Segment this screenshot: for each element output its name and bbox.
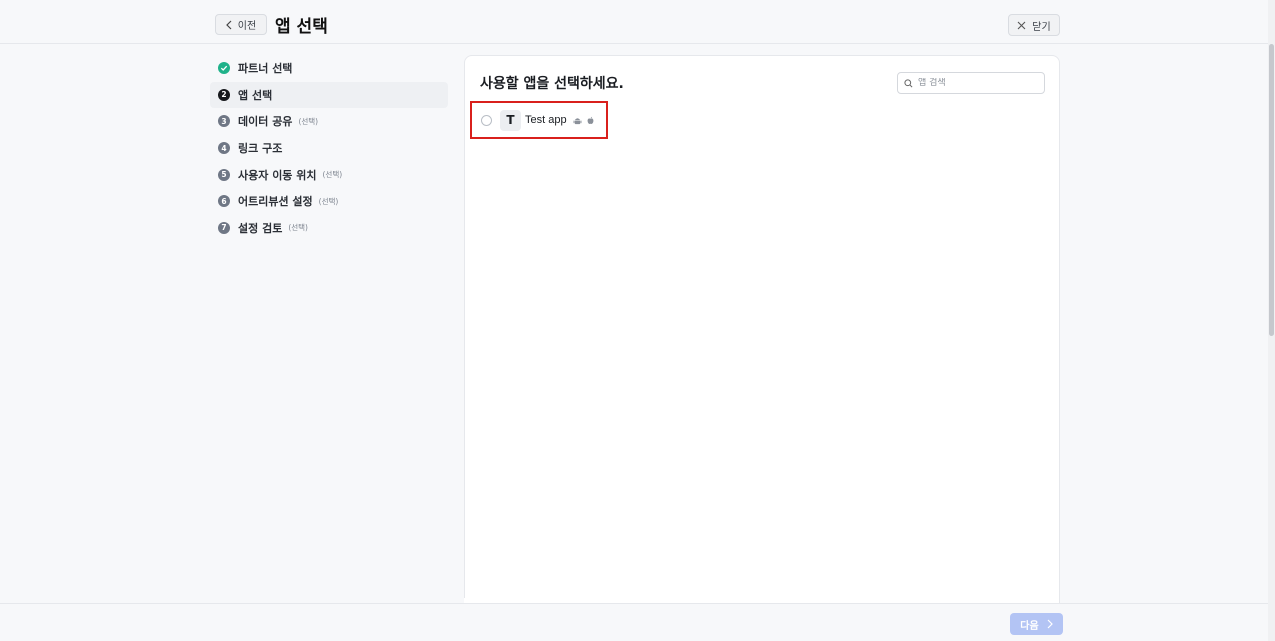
- search-box[interactable]: [897, 72, 1045, 94]
- step-review[interactable]: 7 설정 검토 (선택): [210, 215, 448, 242]
- search-input[interactable]: [918, 78, 1036, 88]
- step-app[interactable]: 2 앱 선택: [210, 81, 448, 109]
- optional-tag: (선택): [322, 170, 343, 180]
- step-label: 파트너 선택: [238, 62, 293, 76]
- step-data-sharing[interactable]: 3 데이터 공유 (선택): [210, 108, 448, 135]
- android-icon: [573, 117, 582, 124]
- apple-icon: [587, 116, 594, 124]
- step-attribution[interactable]: 6 어트리뷰션 설정 (선택): [210, 188, 448, 215]
- step-link-structure[interactable]: 4 링크 구조: [210, 135, 448, 162]
- close-button[interactable]: 닫기: [1008, 14, 1060, 36]
- platform-icons: [573, 116, 595, 125]
- check-icon: [218, 62, 230, 75]
- next-button[interactable]: 다음: [1010, 613, 1063, 635]
- app-radio[interactable]: [481, 114, 492, 126]
- app-list-item[interactable]: T Test app: [470, 101, 608, 139]
- search-icon: [904, 78, 913, 87]
- step-list: 파트너 선택 2 앱 선택 3 데이터 공유 (선택) 4 링크 구조 5 사용…: [210, 55, 448, 241]
- step-partner[interactable]: 파트너 선택: [210, 55, 448, 82]
- back-button-label: 이전: [237, 21, 257, 32]
- step-label: 데이터 공유: [238, 115, 293, 129]
- step-number: 7: [218, 221, 230, 234]
- close-icon: [1017, 21, 1026, 29]
- step-user-destination[interactable]: 5 사용자 이동 위치 (선택): [210, 161, 448, 188]
- step-label: 앱 선택: [238, 88, 273, 102]
- step-number: 5: [218, 168, 230, 181]
- step-label: 링크 구조: [238, 142, 283, 156]
- top-bar: 이전 앱 선택 닫기: [0, 0, 1275, 44]
- app-avatar: T: [500, 109, 521, 131]
- page-title: 앱 선택: [275, 17, 328, 37]
- step-label: 어트리뷰션 설정: [238, 195, 313, 209]
- back-button[interactable]: 이전: [215, 14, 267, 35]
- close-button-label: 닫기: [1032, 21, 1051, 33]
- step-label: 설정 검토: [238, 221, 283, 235]
- step-number: 4: [218, 142, 230, 155]
- chevron-left-icon: [225, 20, 232, 29]
- next-button-label: 다음: [1020, 620, 1039, 632]
- bottom-bar: 다음: [0, 603, 1275, 641]
- step-number: 3: [218, 115, 230, 128]
- chevron-right-icon: [1047, 619, 1053, 629]
- step-number: 2: [218, 88, 230, 101]
- step-label: 사용자 이동 위치: [238, 168, 317, 182]
- optional-tag: (선택): [318, 196, 339, 206]
- app-select-panel: 사용할 앱을 선택하세요. T Test app: [464, 55, 1060, 615]
- optional-tag: (선택): [288, 223, 308, 233]
- step-number: 6: [218, 195, 230, 208]
- panel-title: 사용할 앱을 선택하세요.: [480, 76, 624, 92]
- optional-tag: (선택): [298, 116, 319, 126]
- scrollbar-thumb[interactable]: [1269, 44, 1274, 336]
- app-name: Test app: [525, 114, 567, 126]
